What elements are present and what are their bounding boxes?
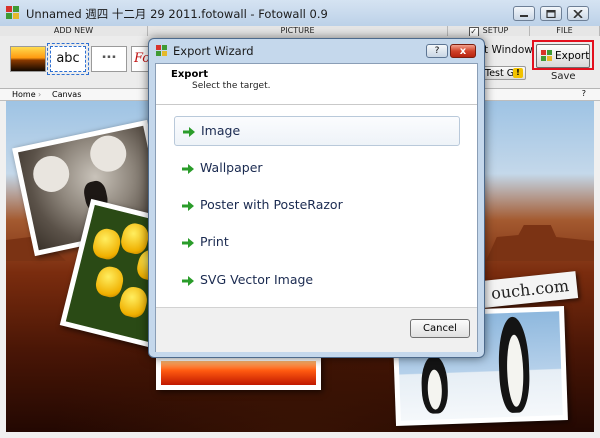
dialog-header-title: Export bbox=[171, 69, 209, 80]
dialog-header-subtitle: Select the target. bbox=[192, 81, 271, 91]
add-picture-thumb[interactable] bbox=[10, 46, 46, 72]
add-webcapture-thumb[interactable]: ▪ ▪ ▪ bbox=[91, 46, 127, 72]
tulip bbox=[117, 284, 150, 320]
dialog-footer: Cancel bbox=[156, 307, 477, 352]
export-option-svg[interactable]: SVG Vector Image bbox=[174, 266, 460, 296]
koala-ear bbox=[29, 152, 73, 196]
section-setup-label: SETUP bbox=[482, 26, 509, 35]
red-photo[interactable] bbox=[156, 356, 321, 390]
cancel-button[interactable]: Cancel bbox=[410, 319, 470, 338]
section-add-new: ADD NEW bbox=[0, 26, 148, 36]
section-picture: PICTURE bbox=[148, 26, 448, 36]
mesa-decoration bbox=[486, 225, 594, 261]
warning-icon: ! bbox=[513, 68, 523, 78]
close-window-button[interactable] bbox=[567, 6, 589, 21]
section-file: FILE bbox=[530, 26, 600, 36]
maximize-button[interactable] bbox=[540, 6, 562, 21]
maximize-icon bbox=[546, 10, 556, 18]
window-title: Unnamed 週四 十二月 29 2011.fotowall - Fotowa… bbox=[26, 7, 328, 21]
webcapture-preview: ▪ ▪ ▪ bbox=[102, 54, 116, 60]
dialog-help-button[interactable]: ? bbox=[426, 44, 448, 58]
export-option-wallpaper[interactable]: Wallpaper bbox=[174, 154, 460, 184]
minimize-icon bbox=[520, 15, 528, 17]
export-option-poster[interactable]: Poster with PosteRazor bbox=[174, 191, 460, 221]
text-card[interactable]: ouch.com bbox=[481, 271, 579, 308]
text-thumb-label: abc bbox=[56, 51, 80, 66]
export-option-image[interactable]: Image bbox=[174, 116, 460, 146]
fotowall-app-icon bbox=[6, 6, 20, 20]
dialog-title: Export Wizard bbox=[173, 44, 254, 58]
breadcrumb-home[interactable]: Home bbox=[12, 90, 36, 99]
dialog-close-button[interactable]: x bbox=[450, 44, 476, 58]
close-icon bbox=[573, 10, 583, 18]
help-button[interactable]: ? bbox=[582, 89, 586, 98]
export-icon bbox=[541, 50, 553, 62]
tulip bbox=[90, 226, 124, 262]
test-gl-button[interactable]: Test GL ! bbox=[482, 66, 526, 80]
section-setup: ✓ SETUP bbox=[448, 26, 530, 37]
fotowall-app-icon bbox=[156, 45, 168, 57]
export-wizard-dialog: Export Wizard ? x Export Select the targ… bbox=[148, 38, 485, 358]
option-label: SVG Vector Image bbox=[200, 272, 314, 287]
export-label: Export bbox=[555, 50, 590, 62]
option-label: Wallpaper bbox=[200, 160, 263, 175]
option-label: Image bbox=[201, 123, 241, 138]
option-label: Poster with PosteRazor bbox=[200, 197, 343, 212]
setup-window-label[interactable]: t Window bbox=[484, 44, 533, 56]
dialog-body: Export Select the target. Image Wallpape… bbox=[155, 63, 478, 352]
breadcrumb-canvas[interactable]: Canvas bbox=[52, 90, 81, 99]
toolbar-section-labels: ADD NEW PICTURE ✓ SETUP FILE bbox=[0, 26, 600, 37]
dialog-header: Export Select the target. bbox=[156, 64, 477, 105]
minimize-button[interactable] bbox=[513, 6, 535, 21]
export-button[interactable]: Export bbox=[536, 44, 590, 68]
koala-ear bbox=[86, 132, 130, 176]
green-arrow-icon bbox=[182, 201, 194, 211]
green-arrow-icon bbox=[183, 127, 195, 137]
export-option-print[interactable]: Print bbox=[174, 228, 460, 258]
save-button[interactable]: Save bbox=[551, 71, 576, 82]
green-arrow-icon bbox=[182, 238, 194, 248]
green-arrow-icon bbox=[182, 276, 194, 286]
option-label: Print bbox=[200, 234, 229, 249]
green-arrow-icon bbox=[182, 164, 194, 174]
chevron-right-icon: › bbox=[38, 90, 42, 99]
window-titlebar: Unnamed 週四 十二月 29 2011.fotowall - Fotowa… bbox=[0, 0, 600, 27]
add-text-thumb[interactable]: abc bbox=[47, 43, 89, 75]
close-icon: x bbox=[459, 46, 467, 57]
